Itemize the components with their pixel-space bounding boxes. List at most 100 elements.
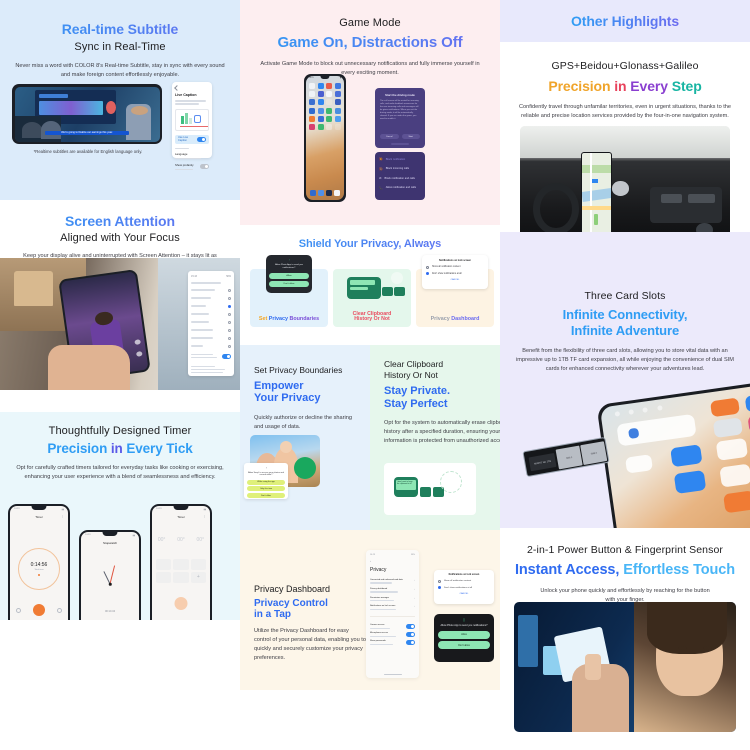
worldclock-presets[interactable]: + bbox=[152, 558, 210, 583]
microphone-access-toggle[interactable] bbox=[406, 632, 415, 638]
panel-privacy-header: Shield Your Privacy, Always ◔ Allow Phot… bbox=[240, 225, 500, 345]
game-mode-menu-item-3[interactable]: Allow notification and calls bbox=[386, 186, 416, 189]
privacy-dashboard-phone: 14:23 58% ‹ Privacy Connected and enhance… bbox=[366, 550, 419, 678]
timer-start-button[interactable] bbox=[33, 604, 45, 616]
radio-unselected-icon[interactable] bbox=[426, 265, 429, 269]
lockscreen-notif-title: Notifications on lock screen bbox=[439, 258, 471, 262]
timer-reset-button[interactable] bbox=[16, 607, 21, 613]
set-privacy-btn-2[interactable]: Only this time bbox=[247, 486, 285, 492]
privacy-card-0-label: Set Privacy Boundaries bbox=[258, 316, 320, 322]
show-passwords-toggle[interactable] bbox=[406, 640, 415, 646]
lockscreen-cancel-link[interactable]: CANCEL bbox=[426, 279, 484, 281]
privacy-rows[interactable]: Connected and enhanced web data › Privac… bbox=[370, 579, 415, 611]
privacy-popup-opt-1[interactable]: Show all notification content bbox=[444, 580, 471, 582]
power-subtitle-part-0: Instant Access, bbox=[514, 562, 624, 578]
gps-subtitle-part-1: in bbox=[614, 78, 631, 94]
clear-clipboard-title: Clear Clipboard History Or Not bbox=[384, 359, 500, 380]
screen-attention-options[interactable] bbox=[191, 288, 231, 348]
set-privacy-btn-3[interactable]: Don't allow bbox=[247, 493, 285, 499]
privacy-dashboard-dark-popup: ▯ Allow Photo App to send you notificati… bbox=[434, 614, 494, 662]
worldclock-start-button[interactable] bbox=[174, 597, 188, 610]
timer-lap-button[interactable] bbox=[57, 607, 62, 613]
timer-subtitle-part-1: in bbox=[110, 441, 127, 456]
panel-game-mode: Game Mode Game On, Distractions Off Acti… bbox=[240, 0, 500, 225]
live-caption-toggle-row[interactable]: Use Live Caption bbox=[175, 134, 209, 144]
privacy-card-dashboard[interactable]: Notifications on lock screen Show all no… bbox=[416, 255, 494, 327]
popup-radio-selected-icon[interactable] bbox=[438, 586, 441, 589]
privacy-card-clear-clipboard[interactable]: Clear Clipboard History Or Not bbox=[333, 269, 411, 327]
popup-radio-unselected-icon[interactable] bbox=[438, 579, 441, 583]
radio-selected-icon[interactable] bbox=[426, 272, 429, 275]
gps-subtitle-part-2: Every bbox=[630, 78, 672, 94]
worldclock-more-icon[interactable]: ⋮ bbox=[203, 514, 206, 518]
lockscreen-opt-1[interactable]: Show all notification content bbox=[432, 266, 460, 268]
game-mode-app-grid[interactable] bbox=[306, 79, 344, 130]
set-privacy-btn-1[interactable]: While using the app bbox=[247, 479, 285, 485]
game-mode-menu[interactable]: 🔕 Block notification 📵 Block incoming ca… bbox=[375, 152, 425, 200]
game-mode-menu-item-0[interactable]: Block notification bbox=[386, 158, 405, 161]
privacy-card-deny-button[interactable]: Don't allow bbox=[269, 280, 309, 287]
dark-popup-allow-button[interactable]: Allow bbox=[438, 630, 490, 639]
realtime-subtitle-subtitle: Sync in Real-Time bbox=[74, 41, 166, 53]
three-card-subtitle: Infinite Connectivity, Infinite Adventur… bbox=[500, 307, 750, 338]
privacy-header-title: Shield Your Privacy, Always bbox=[240, 238, 500, 250]
timer-subtitle-part-0: Precision bbox=[47, 441, 111, 456]
set-privacy-body: Quickly authorize or decline the sharing… bbox=[254, 414, 352, 430]
live-caption-toggle[interactable] bbox=[197, 136, 206, 142]
clear-clipboard-subtitle-l1: Stay Private. bbox=[384, 385, 451, 398]
gps-subtitle-part-3: Step bbox=[671, 78, 702, 94]
set-privacy-popup-text: Allow Snap! to access your photos and re… bbox=[248, 471, 284, 477]
game-mode-menu-item-1[interactable]: Block incoming calls bbox=[386, 167, 409, 170]
phone-allow-icon: 📞 bbox=[379, 185, 383, 190]
dark-popup-deny-button[interactable]: Don't allow bbox=[438, 641, 490, 650]
bell-off-icon: 🔕 bbox=[379, 157, 383, 161]
clear-clipboard-body: Opt for the system to automatically eras… bbox=[384, 419, 500, 444]
profanity-toggle[interactable] bbox=[200, 164, 209, 169]
gps-subtitle: Precision in Every Step bbox=[500, 78, 750, 94]
sim-tray-label-0: MICRO SD 1TB bbox=[528, 453, 557, 472]
clear-clipboard-illustration: I don't want to keep the clipboard at al… bbox=[384, 463, 476, 515]
realtime-subtitle-body: Never miss a word with COLOR 8's Real-ti… bbox=[15, 63, 225, 78]
realtime-subtitle-footnote: *Realtime subtitles are available for En… bbox=[33, 149, 143, 154]
timer-screen-title: Timer bbox=[35, 514, 43, 519]
timer-value: 0:14:56 bbox=[30, 561, 48, 568]
privacy-card-allow-button[interactable]: Allow bbox=[269, 272, 309, 279]
privacy-popup-opt-2[interactable]: Don't show notifications at all bbox=[444, 587, 472, 589]
game-mode-dialog-cancel[interactable]: Cancel bbox=[380, 134, 399, 139]
live-caption-row-profanity[interactable]: Show profanity bbox=[175, 163, 200, 167]
privacy-back-icon[interactable]: ‹ bbox=[370, 559, 415, 563]
back-arrow-icon[interactable] bbox=[174, 85, 180, 91]
privacy-card-popup-text: Allow Photo App to send you notification… bbox=[275, 264, 303, 269]
privacy-card-popup-dark: ◔ Allow Photo App to send you notificati… bbox=[266, 255, 312, 293]
live-caption-row-language[interactable]: Language bbox=[175, 152, 209, 156]
privacy-card-set-boundaries[interactable]: ◔ Allow Photo App to send you notificati… bbox=[250, 255, 328, 327]
lockscreen-opt-2[interactable]: Don't show notifications at all bbox=[432, 273, 462, 275]
clear-clipboard-subtitle-l2: Stay Perfect bbox=[384, 397, 448, 410]
game-mode-menu-item-2[interactable]: Block notification and calls bbox=[385, 177, 415, 180]
screen-attention-toggle[interactable] bbox=[222, 353, 231, 359]
screen-attention-title: Screen Attention bbox=[0, 213, 240, 229]
dark-popup-text: Allow Photo App to send you notification… bbox=[440, 624, 488, 627]
timer-title: Thoughtfully Designed Timer bbox=[48, 425, 192, 437]
power-subtitle-part-1: Effortless Touch bbox=[623, 562, 735, 578]
sim-tray-label-1: SIM 1 bbox=[555, 445, 583, 470]
gps-title: GPS+Beidou+Glonass+Galileo bbox=[551, 60, 699, 72]
privacy-card-1-label: Clear Clipboard History Or Not bbox=[352, 310, 392, 323]
camera-access-toggle[interactable] bbox=[406, 624, 415, 630]
game-mode-subtitle: Game On, Distractions Off bbox=[240, 34, 500, 51]
clear-clipboard-title-l1: Clear Clipboard bbox=[384, 359, 444, 369]
timer-more-icon[interactable]: ⋮ bbox=[61, 514, 64, 518]
panel-screen-attention: Screen Attention Aligned with Your Focus… bbox=[0, 200, 240, 412]
privacy-popup-cancel-link[interactable]: CANCEL bbox=[438, 593, 490, 595]
game-mode-phone: 14:23 ▮ bbox=[304, 74, 346, 202]
screen-attention-settings-card: 15:43 58% bbox=[188, 271, 234, 376]
live-caption-card: Live Caption Use Live Caption Language S… bbox=[172, 82, 212, 170]
realtime-subtitle-device-image: We're going to finalize our earnings thi… bbox=[12, 84, 162, 144]
game-mode-dialog-ok[interactable]: Start bbox=[401, 134, 420, 139]
game-mode-dock[interactable] bbox=[306, 189, 344, 196]
privacy-dashboard-popup: Notifications on lock screen Show all no… bbox=[434, 570, 494, 604]
power-button-subtitle: Instant Access, Effortless Touch bbox=[500, 562, 750, 578]
privacy-screen-title: Privacy bbox=[370, 567, 387, 573]
screen-attention-subtitle: Aligned with Your Focus bbox=[60, 232, 180, 244]
privacy-toggle-rows[interactable]: Camera access Microphone access Show pas… bbox=[370, 616, 415, 646]
